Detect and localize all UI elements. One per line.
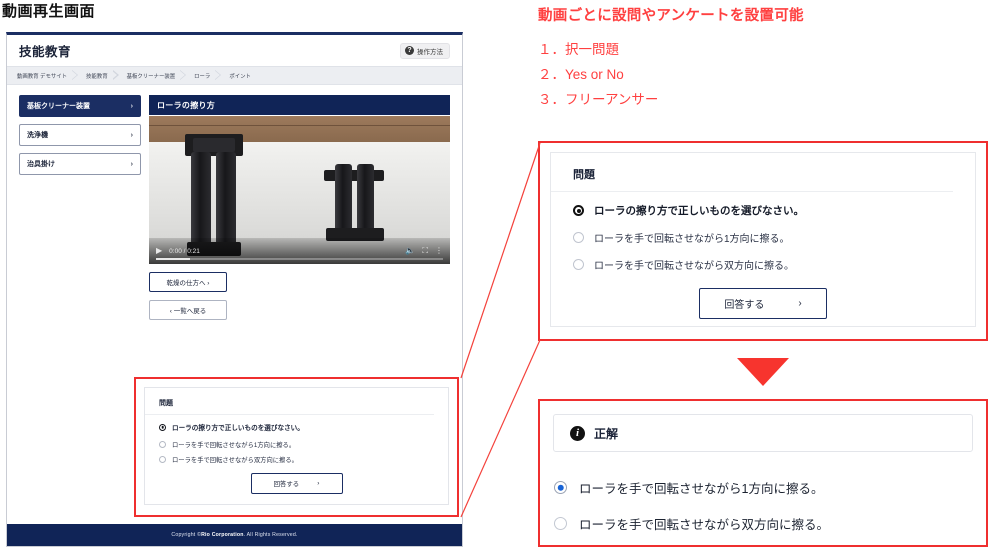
quiz-option-label: ローラを手で回転させながら双方向に擦る。	[594, 261, 794, 272]
back-to-list-button[interactable]: ‹ 一覧へ戻る	[149, 300, 227, 320]
video-panel-header: ローラの擦り方	[149, 95, 450, 115]
quiz-option-label: ローラを手で回転させながら1方向に擦る。	[594, 234, 790, 245]
chevron-right-icon: ›	[317, 480, 320, 487]
chevron-right-icon: ›	[130, 102, 133, 110]
chevron-separator-icon	[111, 70, 122, 81]
answer-highlight-box: i 正解 ローラを手で回転させながら1方向に擦る。 ローラを手で回転させながら双…	[538, 399, 988, 547]
sidebar-item-label: 治具掛け	[27, 161, 55, 168]
radio-marker-icon	[159, 423, 166, 431]
video-player[interactable]: ▶ 0:00 / 0:21 🔈 ⛶ ⋮	[149, 116, 450, 264]
quiz-highlight-box-small: 問題 ローラの擦り方で正しいものを選びなさい。 ローラを手で回転させながら1方向…	[134, 377, 459, 517]
help-button[interactable]: ? 操作方法	[400, 42, 450, 59]
chevron-right-icon: ›	[130, 131, 133, 139]
quiz-prompt-large: ローラの擦り方で正しいものを選びなさい。	[551, 192, 975, 218]
play-icon[interactable]: ▶	[156, 247, 162, 255]
answer-option-1[interactable]: ローラを手で回転させながら1方向に擦る。	[554, 478, 823, 497]
quiz-submit-label: 回答する	[724, 300, 765, 311]
quiz-option-label: ローラを手で回転させながら1方向に擦る。	[172, 442, 296, 449]
quiz-prompt: ローラの擦り方で正しいものを選びなさい。	[145, 415, 448, 434]
quiz-submit-button-large[interactable]: 回答する ›	[699, 288, 827, 319]
down-arrow-icon	[737, 358, 789, 386]
radio-unselected-icon[interactable]	[573, 259, 584, 270]
annotation-item-3: ３．フリーアンサー	[538, 92, 659, 107]
quiz-option-label: ローラを手で回転させながら双方向に擦る。	[172, 457, 298, 464]
quiz-submit-label: 回答する	[273, 481, 300, 488]
footer-copyright-prefix: Copyright ©	[171, 532, 202, 538]
next-lesson-button[interactable]: 乾燥の仕方へ ›	[149, 272, 227, 292]
radio-selected-icon[interactable]	[554, 481, 567, 494]
app-title: 技能教育	[19, 45, 72, 59]
annotation-heading: 動画ごとに設問やアンケートを設置可能	[538, 8, 804, 24]
sidebar-item-jig-rack[interactable]: 治具掛け ›	[19, 153, 141, 175]
info-icon: i	[570, 425, 585, 441]
radio-unselected-icon[interactable]	[159, 456, 166, 463]
quiz-prompt-text: ローラの擦り方で正しいものを選びなさい。	[594, 205, 804, 217]
quiz-option-2-large[interactable]: ローラを手で回転させながら双方向に擦る。	[551, 245, 975, 272]
app-body: 基板クリーナー装置 › 洗浄機 › 治具掛け › ローラの擦り方 ▶ 0:00 …	[7, 85, 462, 320]
answer-header: i 正解	[553, 414, 973, 452]
quiz-option-1-large[interactable]: ローラを手で回転させながら1方向に擦る。	[551, 218, 975, 245]
more-vertical-icon[interactable]: ⋮	[435, 247, 443, 255]
quiz-submit-row-large: 回答する ›	[551, 288, 975, 319]
annotation-item-2: ２．Yes or No	[538, 67, 624, 82]
video-progress-fill	[156, 258, 191, 260]
quiz-card-small: 問題 ローラの擦り方で正しいものを選びなさい。 ローラを手で回転させながら1方向…	[144, 387, 449, 505]
app-footer: Copyright © Rio Corporation. All Rights …	[7, 524, 462, 546]
answer-option-label: ローラを手で回転させながら双方向に擦る。	[579, 518, 830, 532]
help-button-label: 操作方法	[417, 48, 443, 56]
breadcrumb-item-2[interactable]: 技能教育	[86, 72, 108, 80]
breadcrumb-item-1[interactable]: 動画教育 デモサイト	[17, 72, 67, 80]
sidebar-item-label: 基板クリーナー装置	[27, 103, 90, 110]
content-column: ローラの擦り方 ▶ 0:00 / 0:21 🔈 ⛶ ⋮ 乾燥の仕方へ › ‹ 一…	[149, 95, 450, 320]
volume-icon[interactable]: 🔈	[405, 247, 415, 255]
quiz-option-2[interactable]: ローラを手で回転させながら双方向に擦る。	[145, 449, 448, 464]
breadcrumb-item-3[interactable]: 基板クリーナー装置	[127, 72, 176, 80]
chevron-separator-icon	[178, 70, 189, 81]
radio-unselected-icon[interactable]	[554, 517, 567, 530]
breadcrumb-item-4[interactable]: ローラ	[194, 72, 210, 80]
chevron-separator-icon	[70, 70, 81, 81]
quiz-highlight-box-large: 問題 ローラの擦り方で正しいものを選びなさい。 ローラを手で回転させながら1方向…	[538, 141, 988, 341]
sidebar-item-board-cleaner[interactable]: 基板クリーナー装置 ›	[19, 95, 141, 117]
video-controls[interactable]: ▶ 0:00 / 0:21 🔈 ⛶ ⋮	[149, 238, 450, 264]
annotation-item-1: １．択一問題	[538, 42, 619, 57]
quiz-option-1[interactable]: ローラを手で回転させながら1方向に擦る。	[145, 434, 448, 449]
chevron-separator-icon	[214, 70, 224, 81]
sidebar-item-washer[interactable]: 洗浄機 ›	[19, 124, 141, 146]
sidebar: 基板クリーナー装置 › 洗浄機 › 治具掛け ›	[19, 95, 141, 320]
quiz-section-title-large: 問題	[551, 153, 953, 192]
fullscreen-icon[interactable]: ⛶	[422, 247, 428, 255]
video-progress-bar[interactable]	[156, 258, 443, 260]
radio-marker-icon	[573, 205, 584, 216]
answer-title: 正解	[594, 426, 619, 441]
footer-copyright-suffix: . All Rights Reserved.	[243, 532, 298, 538]
help-circle-icon: ?	[405, 46, 414, 55]
answer-option-2[interactable]: ローラを手で回転させながら双方向に擦る。	[554, 514, 829, 533]
quiz-prompt-text: ローラの擦り方で正しいものを選びなさい。	[172, 425, 304, 432]
annotation-list: １．択一問題 ２．Yes or No ３．フリーアンサー	[538, 37, 658, 112]
answer-option-label: ローラを手で回転させながら1方向に擦る。	[579, 482, 824, 496]
radio-unselected-icon[interactable]	[573, 232, 584, 243]
chevron-right-icon: ›	[130, 160, 133, 168]
radio-unselected-icon[interactable]	[159, 441, 166, 448]
page-title: 動画再生画面	[2, 3, 96, 20]
chevron-right-icon: ›	[798, 298, 802, 309]
breadcrumb: 動画教育 デモサイト 技能教育 基板クリーナー装置 ローラ ポイント	[7, 67, 462, 85]
quiz-submit-button[interactable]: 回答する ›	[250, 473, 343, 494]
sidebar-item-label: 洗浄機	[27, 132, 48, 139]
quiz-submit-row: 回答する ›	[145, 473, 448, 494]
quiz-section-title: 問題	[145, 388, 434, 415]
slide-canvas: 動画再生画面 技能教育 ? 操作方法 動画教育 デモサイト 技能教育 基板クリー…	[0, 0, 991, 552]
breadcrumb-item-5: ポイント	[229, 73, 251, 80]
quiz-card-large: 問題 ローラの擦り方で正しいものを選びなさい。 ローラを手で回転させながら1方向…	[550, 152, 976, 327]
app-header: 技能教育 ? 操作方法	[7, 35, 462, 67]
roller-assembly-right	[324, 164, 388, 242]
video-time-display: 0:00 / 0:21	[169, 247, 200, 255]
footer-company: Rio Corporation	[201, 532, 244, 538]
